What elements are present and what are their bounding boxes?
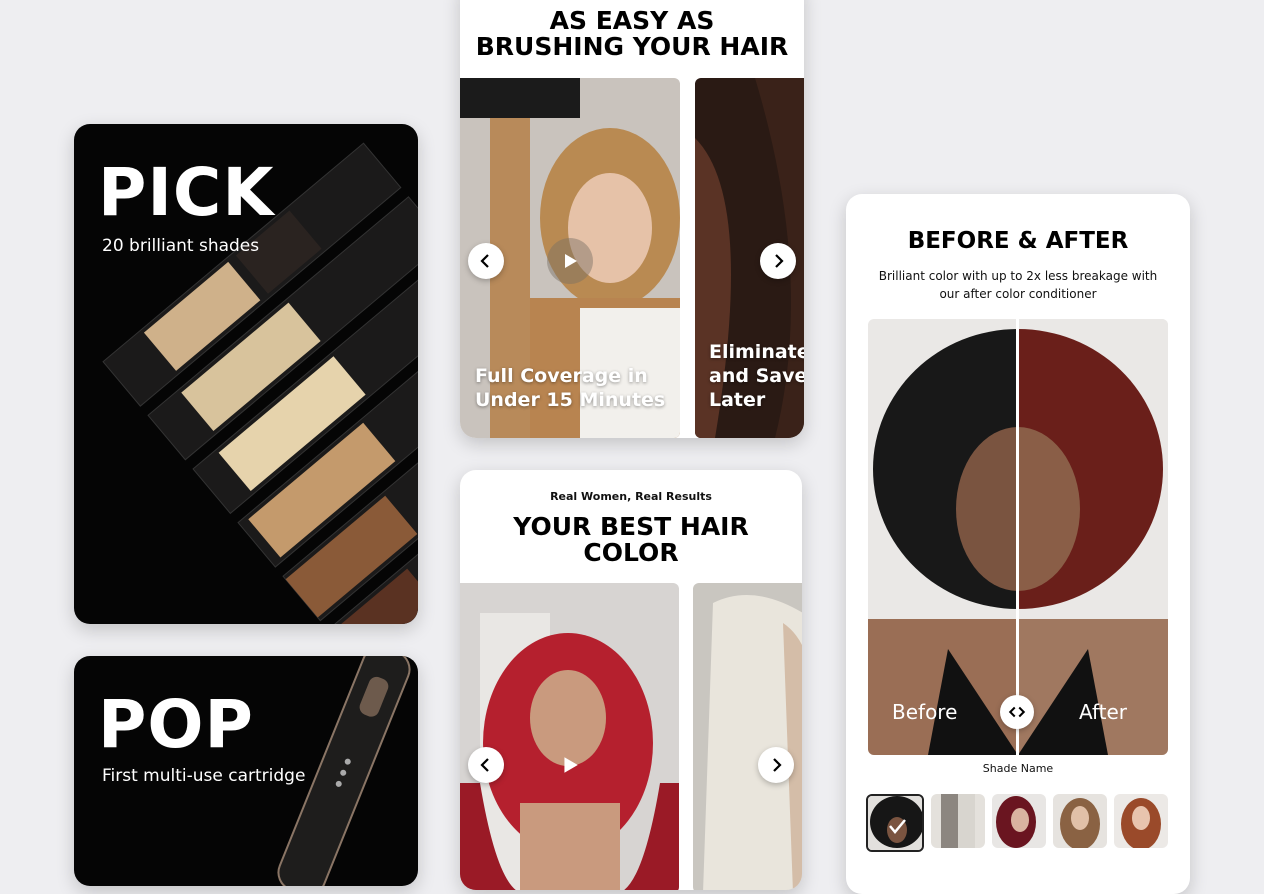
ba-subtitle-line1: Brilliant color with up to 2x less break… (878, 269, 1158, 283)
shade-name-label: Shade Name (982, 762, 1054, 775)
chevron-left-icon (480, 758, 489, 772)
shade-thumb-4[interactable] (1053, 794, 1107, 848)
shade-thumb-5[interactable] (1114, 794, 1168, 848)
before-after-card: BEFORE & AFTER Brilliant color with up t… (846, 194, 1190, 894)
results-heading-line1: YOUR BEST HAIR (513, 512, 749, 541)
shade-3-photo (992, 794, 1046, 848)
results-kicker: Real Women, Real Results (550, 490, 712, 503)
results-prev-button[interactable] (468, 747, 504, 783)
shade-thumb-1[interactable] (866, 794, 924, 852)
ba-subtitle-line2: our after color conditioner (939, 287, 1097, 301)
pop-subtitle: First multi-use cartridge (102, 766, 306, 786)
results-play-button[interactable] (560, 755, 580, 779)
easy-heading-line1: AS EASY AS (549, 6, 715, 35)
easy-heading-line2: BRUSHING YOUR HAIR (475, 32, 789, 61)
shade-5-photo (1114, 794, 1168, 848)
shade-4-photo (1053, 794, 1107, 848)
play-icon (564, 757, 578, 773)
next-slide-button[interactable] (760, 243, 796, 279)
pick-title: PICK (98, 154, 275, 231)
after-label: After (1079, 700, 1128, 724)
slider-handle[interactable] (1000, 695, 1034, 729)
play-icon (565, 254, 577, 268)
results-next-button[interactable] (758, 747, 794, 783)
chevrons-left-right-icon (1008, 706, 1026, 718)
slide-1-caption-line1: Full Coverage in (475, 365, 648, 387)
before-label: Before (892, 700, 958, 724)
chevron-right-icon (773, 758, 782, 772)
slide-2-caption-line2: and Save (709, 365, 804, 387)
slide-1-caption-line2: Under 15 Minutes (475, 389, 666, 411)
pop-card: POP First multi-use cartridge (74, 656, 418, 886)
prev-slide-button[interactable] (468, 243, 504, 279)
results-video-2[interactable] (693, 583, 802, 890)
shade-thumb-2[interactable] (931, 794, 985, 848)
results-video-1[interactable] (460, 583, 679, 890)
easy-card: AS EASY AS BRUSHING YOUR HAIR Full Cover… (460, 0, 804, 438)
before-after-slider[interactable]: Before After (868, 319, 1168, 755)
chevron-left-icon (480, 254, 489, 268)
before-after-photo (868, 319, 1168, 755)
blonde-woman-photo (693, 583, 802, 890)
results-card: Real Women, Real Results YOUR BEST HAIR … (460, 470, 802, 890)
ba-heading: BEFORE & AFTER (907, 228, 1129, 254)
shade-1-photo (868, 796, 922, 850)
pick-card: PICK 20 brilliant shades (74, 124, 418, 624)
chevron-right-icon (775, 254, 784, 268)
play-button[interactable] (547, 238, 593, 284)
shade-thumb-3[interactable] (992, 794, 1046, 848)
pick-subtitle: 20 brilliant shades (102, 236, 260, 256)
slide-2-caption-line1: Eliminate (709, 341, 804, 363)
pop-title: POP (98, 686, 254, 763)
slide-2-caption-line3: Later (709, 389, 766, 411)
shade-2-photo (931, 794, 985, 848)
results-heading-line2: COLOR (583, 538, 679, 567)
red-hair-woman-photo (460, 583, 679, 890)
